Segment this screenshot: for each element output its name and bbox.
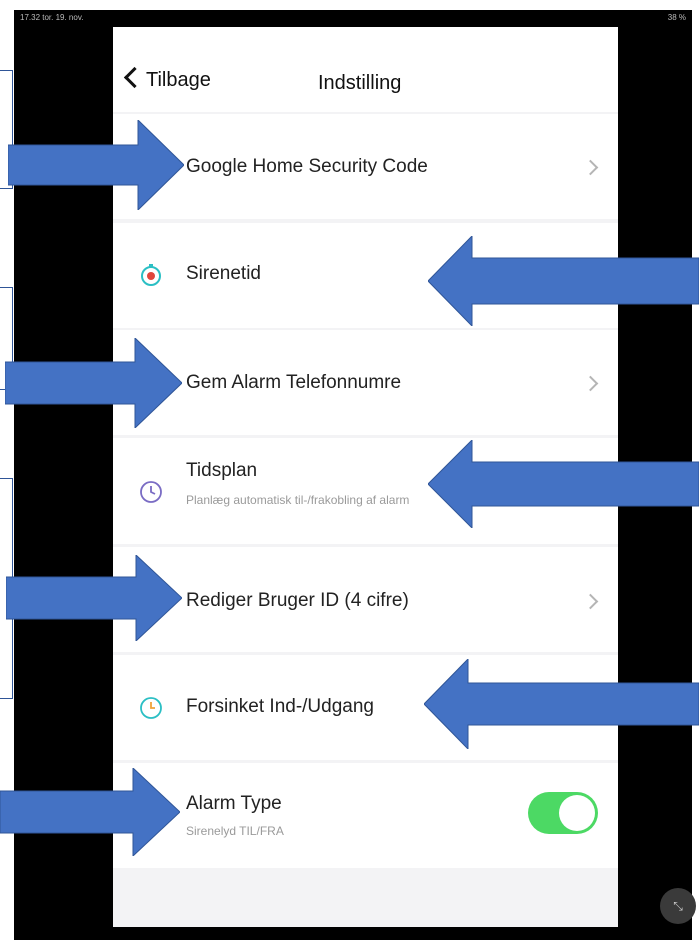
row-label: Rediger Bruger ID (4 cifre) xyxy=(186,590,409,611)
timer-icon xyxy=(140,697,162,719)
chevron-right-icon xyxy=(582,159,599,176)
stopwatch-icon xyxy=(141,264,161,286)
arrow-left-icon xyxy=(428,236,699,326)
arrow-right-icon xyxy=(8,120,184,210)
row-label: Google Home Security Code xyxy=(186,156,428,177)
row-label: Alarm Type xyxy=(186,793,282,814)
nav-bar: Tilbage Indstilling xyxy=(113,27,618,112)
chevron-right-icon xyxy=(582,593,599,610)
row-label: Forsinket Ind-/Udgang xyxy=(186,696,374,717)
status-battery: 38 % xyxy=(667,13,686,22)
arrow-right-icon xyxy=(0,768,180,856)
arrow-right-icon xyxy=(6,555,182,641)
clock-icon xyxy=(140,481,162,503)
row-bruger-id[interactable]: Rediger Bruger ID (4 cifre) xyxy=(113,547,618,652)
chevron-left-icon xyxy=(123,66,146,89)
toggle-knob xyxy=(559,795,595,831)
row-subtitle: Planlæg automatisk til-/frakobling af al… xyxy=(186,493,410,507)
back-label: Tilbage xyxy=(146,69,211,91)
alarm-type-toggle[interactable] xyxy=(528,792,598,834)
arrow-left-icon xyxy=(428,440,699,528)
row-gem-alarm[interactable]: Gem Alarm Telefonnumre xyxy=(113,330,618,435)
chevron-right-icon xyxy=(582,375,599,392)
status-time: 17.32 tor. 19. nov. xyxy=(20,13,84,22)
row-subtitle: Sirenelyd TIL/FRA xyxy=(186,824,284,838)
row-label: Gem Alarm Telefonnumre xyxy=(186,372,402,393)
back-button[interactable]: Tilbage xyxy=(123,66,211,92)
row-google-home[interactable]: Google Home Security Code xyxy=(113,114,618,219)
status-bar: 17.32 tor. 19. nov. 38 % xyxy=(14,10,692,28)
row-label: Sirenetid xyxy=(186,263,261,284)
page-title: Indstilling xyxy=(318,72,402,94)
row-alarm-type: Alarm Type Sirenelyd TIL/FRA xyxy=(113,763,618,868)
row-label: Tidsplan xyxy=(186,460,258,481)
collapse-icon[interactable]: ⤡ xyxy=(660,888,696,924)
arrow-right-icon xyxy=(5,338,182,428)
arrow-left-icon xyxy=(424,659,699,749)
